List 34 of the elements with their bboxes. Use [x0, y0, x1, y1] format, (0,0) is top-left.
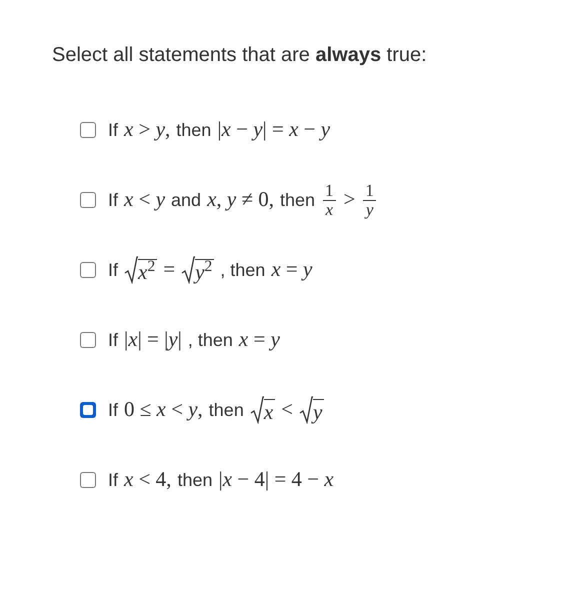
- math-expression: x = y: [238, 326, 280, 354]
- math-expression: x < 4,: [124, 466, 172, 494]
- statement-text: and: [171, 188, 202, 212]
- fraction: 1 y: [362, 182, 377, 218]
- square-root-expression: x: [250, 396, 276, 424]
- statement-text: If: [108, 188, 118, 212]
- question-prompt: Select all statements that are always true:: [52, 43, 428, 68]
- statement-text: , then: [220, 258, 266, 282]
- statement-text: then: [208, 398, 244, 422]
- math-expression: 0 ≤ x < y,: [124, 396, 203, 424]
- statement-text: then: [177, 468, 212, 492]
- math-expression: |x − y| = x − y: [217, 116, 330, 144]
- square-root-expression: x$^{2}$: [124, 256, 158, 284]
- statement-text: then: [176, 118, 212, 142]
- square-root-expression: y: [299, 396, 324, 424]
- math-expression: x = y: [271, 256, 312, 284]
- math-expression: x < y: [124, 186, 166, 214]
- statement-text: If: [108, 398, 118, 422]
- statement-text: If: [108, 468, 118, 492]
- math-expression: =: [163, 256, 176, 284]
- math-expression: x > y,: [124, 116, 170, 144]
- statement-text: If: [108, 328, 118, 352]
- math-expression: |x| = |y|: [124, 326, 182, 354]
- math-expression: x, y ≠ 0,: [207, 186, 274, 214]
- statement-text: then: [280, 188, 316, 212]
- statement-text: If: [108, 258, 118, 282]
- statement-text: If: [108, 118, 118, 142]
- square-root-expression: y$^{2}$: [181, 256, 214, 284]
- checkbox[interactable]: [83, 405, 93, 415]
- statement-text: , then: [188, 328, 233, 352]
- math-expression: |x − 4| = 4 − x: [218, 466, 334, 494]
- math-expression: >: [344, 186, 356, 214]
- fraction: 1 x: [322, 182, 337, 218]
- math-expression: <: [281, 396, 294, 424]
